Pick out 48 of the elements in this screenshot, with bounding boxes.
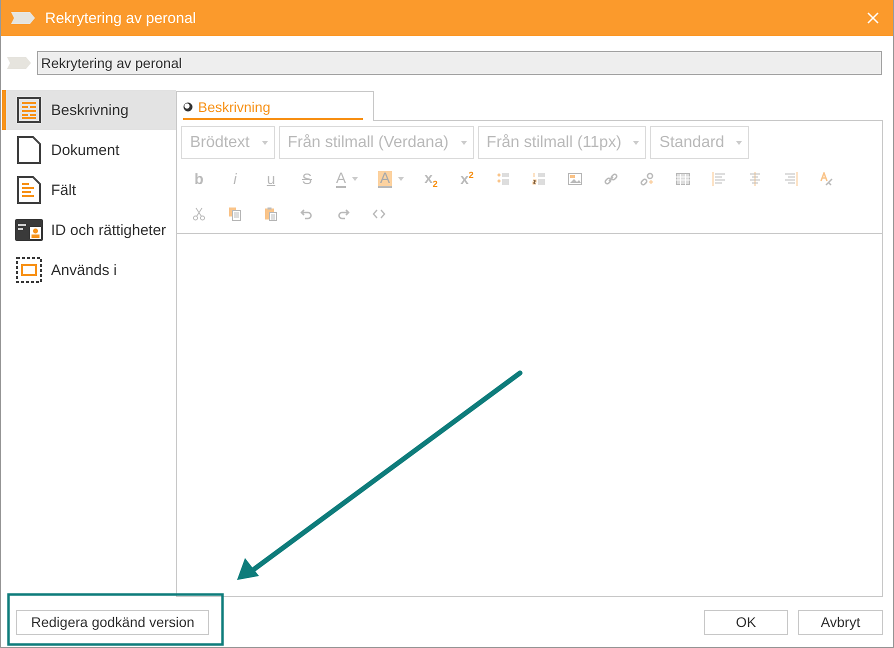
script-button[interactable]: x$_{2}$ [413,165,449,193]
clear-format-icon [820,172,834,186]
document-lines-icon [17,176,41,204]
sidebar-item[interactable]: Används i [2,250,176,290]
table-icon [676,172,690,186]
align-center-icon [748,172,762,186]
redo-icon [336,207,350,221]
italic-button[interactable]: i [217,165,253,193]
circle-icon [183,102,193,112]
format-dropdown[interactable]: Standard [650,126,750,159]
strikethrough-button[interactable]: S [289,165,325,193]
unlink-icon [640,172,654,186]
tag-icon [11,12,35,24]
sidebar-item[interactable]: Dokument [2,130,176,170]
dashed-frame-icon [16,257,42,283]
window-title: Rekrytering av peronal [45,10,197,26]
bold-button[interactable]: b [181,165,217,193]
format-dropdown[interactable]: Brödtext [181,126,275,159]
format-dropdown[interactable]: Från stilmall (11px) [478,126,646,159]
document-icon [17,136,41,164]
numbered-list-icon [532,172,546,186]
text-lines-icon [17,97,41,123]
format-dropdown[interactable]: Från stilmall (Verdana) [278,126,474,159]
edit-approved-version-button[interactable]: Redigera godkänd version [16,610,210,634]
cancel-button[interactable]: Avbryt [798,610,883,634]
highlight-button[interactable]: A [369,165,413,193]
sidebar-item[interactable]: ID och rättigheter [2,210,176,250]
editor-tab[interactable]: Beskrivning [176,91,374,121]
close-icon [867,12,879,24]
bullet-list-icon [496,172,510,186]
text-color-button[interactable]: A [325,165,369,193]
align-right-icon [784,172,798,186]
cut-icon [192,207,206,221]
copy-icon [228,207,242,221]
tag-icon [7,57,31,69]
image-icon [568,172,582,186]
paste-icon [264,207,278,221]
ok-button[interactable]: OK [704,610,788,634]
name-field[interactable]: Rekrytering av peronal [37,51,882,75]
sidebar-item[interactable]: Fält [2,170,176,210]
link-icon [604,172,618,186]
source-code-icon [372,207,386,221]
align-left-icon [712,172,726,186]
underline-button[interactable]: u [253,165,289,193]
id-card-icon [15,219,43,241]
sidebar-item[interactable]: Beskrivning [2,90,176,130]
undo-icon [300,207,314,221]
script-button[interactable]: x$^{2}$ [449,165,485,193]
